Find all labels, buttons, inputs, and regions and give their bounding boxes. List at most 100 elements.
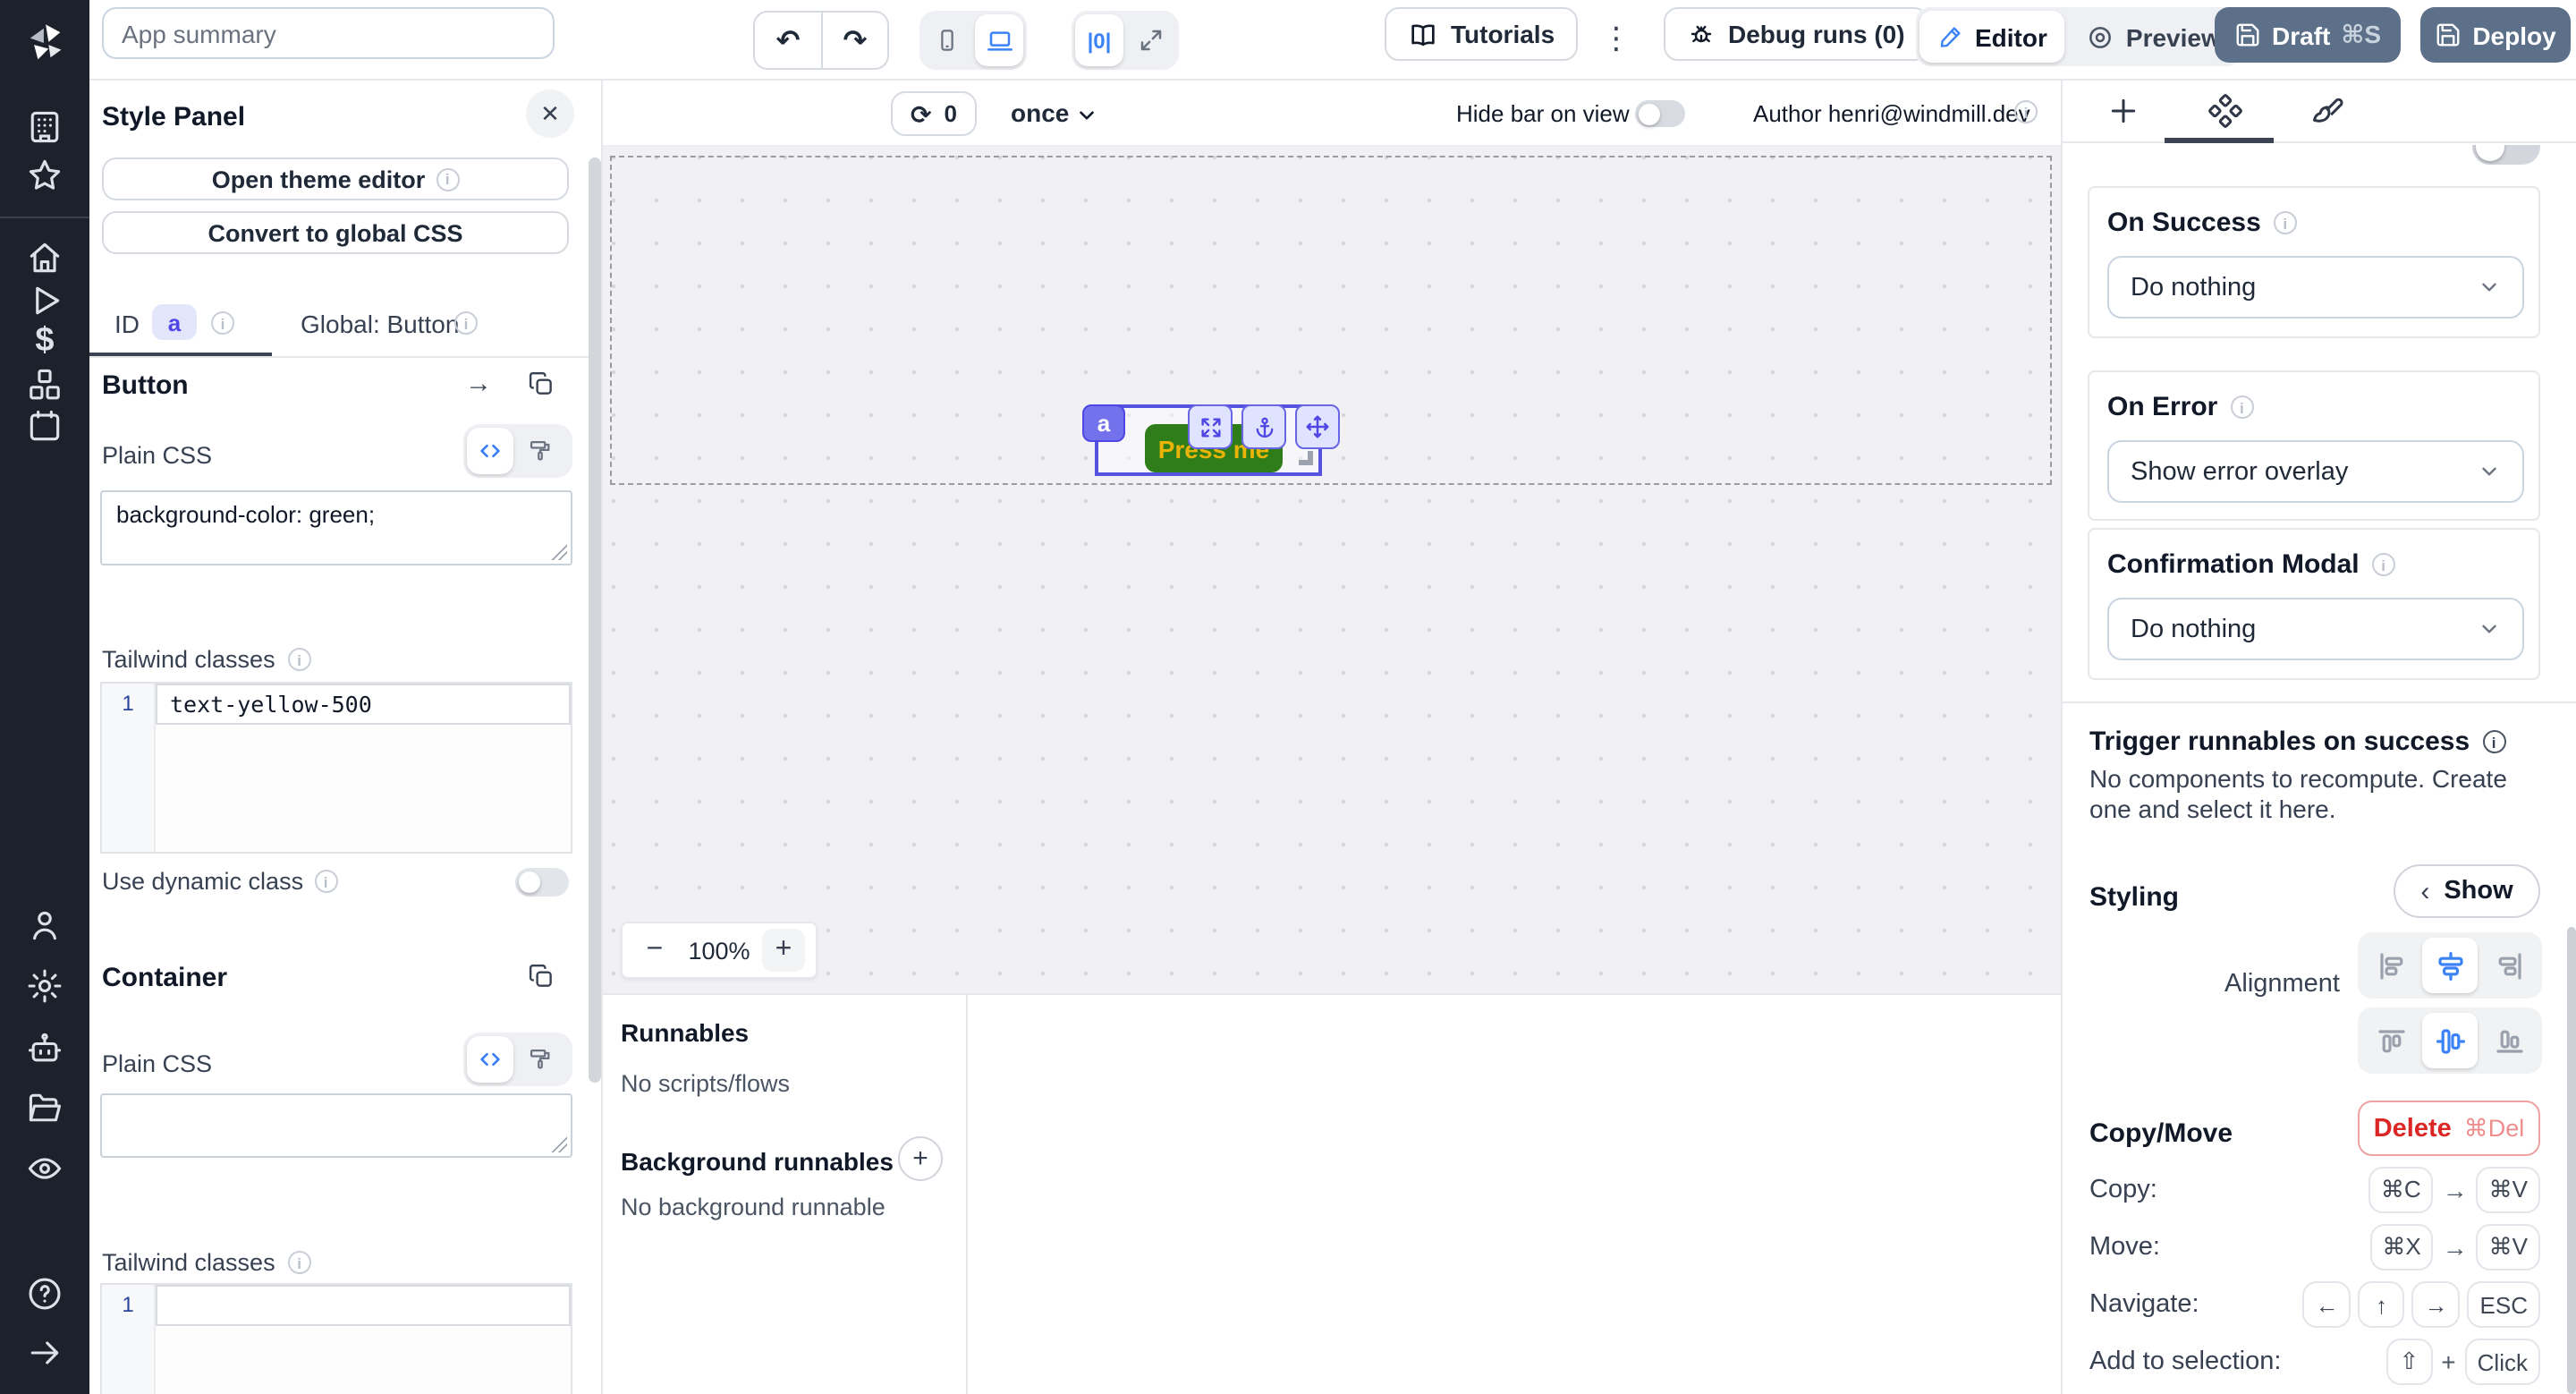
app-canvas[interactable]: a Press me − 100% + [603, 147, 2061, 993]
desktop-view-button[interactable] [975, 14, 1023, 66]
align-left-button[interactable] [2363, 938, 2419, 993]
sidebar-item-apps[interactable] [25, 107, 64, 147]
container-plain-css-input[interactable] [100, 1093, 572, 1158]
info-icon[interactable]: i [314, 870, 337, 893]
code-line[interactable] [156, 1285, 571, 1326]
preview-tab[interactable]: Preview [2069, 11, 2239, 63]
paint-mode-button[interactable] [517, 428, 564, 474]
zoom-out-button[interactable]: − [633, 929, 676, 972]
convert-global-css-label: Convert to global CSS [208, 219, 462, 246]
debug-runs-button[interactable]: Debug runs (0) [1664, 7, 1928, 61]
info-icon[interactable]: i [2482, 730, 2505, 753]
delete-component-button[interactable]: Delete ⌘Del [2358, 1101, 2540, 1156]
cubes-icon [25, 365, 64, 404]
on-error-select[interactable]: Show error overlay [2107, 440, 2524, 503]
close-style-panel-button[interactable]: ✕ [526, 89, 574, 138]
resize-handle[interactable] [551, 544, 567, 560]
panel-scrollbar[interactable] [2567, 927, 2576, 1394]
sidebar-item-folders[interactable] [25, 1088, 64, 1127]
paint-mode-button[interactable] [517, 1036, 564, 1083]
undo-button[interactable]: ↶ [753, 11, 821, 70]
info-icon[interactable]: i [2372, 553, 2395, 576]
refresh-mode-select[interactable]: once [1011, 98, 1069, 127]
button-plain-css-input[interactable]: background-color: green; [100, 490, 572, 565]
sidebar-item-schedules[interactable] [25, 406, 64, 446]
info-icon[interactable]: i [2230, 395, 2253, 419]
sidebar-item-users[interactable] [25, 905, 64, 945]
open-theme-editor-button[interactable]: Open theme editor i [102, 157, 569, 200]
tab-styling[interactable] [2309, 93, 2345, 129]
align-right-button[interactable] [2481, 938, 2537, 993]
on-success-select[interactable]: Do nothing [2107, 256, 2524, 319]
sidebar-collapse[interactable] [25, 1333, 64, 1373]
anchor-handle[interactable] [1241, 404, 1286, 449]
sidebar-item-help[interactable] [25, 1274, 64, 1313]
mobile-view-button[interactable] [923, 14, 971, 66]
code-area[interactable] [156, 1285, 571, 1394]
selected-component[interactable]: a Press me [1095, 404, 1322, 476]
sidebar-item-favorites[interactable] [25, 156, 64, 195]
sidebar-item-variables[interactable]: $ [25, 322, 64, 361]
button-tailwind-editor[interactable]: 1 text-yellow-500 [100, 682, 572, 854]
align-center-vertical-button[interactable] [2422, 1013, 2478, 1068]
code-mode-button[interactable] [467, 428, 513, 474]
info-icon[interactable]: i [454, 311, 478, 335]
resize-handle[interactable] [551, 1136, 567, 1152]
app-summary-input[interactable] [102, 7, 555, 59]
more-options-button[interactable]: ⋮ [1601, 16, 1631, 63]
zoom-in-button[interactable]: + [762, 929, 805, 972]
info-icon[interactable]: i [288, 648, 311, 671]
code-line[interactable]: text-yellow-500 [156, 684, 571, 725]
panel-scrollbar[interactable] [589, 157, 601, 1083]
refresh-count-button[interactable]: ⟳ 0 [891, 91, 977, 136]
expand-handle[interactable] [1188, 404, 1233, 449]
convert-global-css-button[interactable]: Convert to global CSS [102, 211, 569, 254]
use-dynamic-class-toggle[interactable] [515, 868, 569, 897]
editor-tab[interactable]: Editor [1919, 11, 2065, 63]
tab-id[interactable]: ID [114, 310, 140, 338]
draft-save-button[interactable]: Draft ⌘S [2215, 7, 2401, 63]
sidebar-item-audit[interactable] [25, 1149, 64, 1188]
clipped-toggle[interactable] [2472, 145, 2540, 165]
info-icon[interactable]: i [2014, 100, 2038, 123]
info-icon[interactable]: i [2274, 211, 2297, 234]
folder-icon [25, 1088, 64, 1127]
goto-component-button[interactable]: → [465, 369, 492, 399]
code-mode-button[interactable] [467, 1036, 513, 1083]
component-id-tag[interactable]: a [1082, 404, 1125, 442]
sidebar-item-runs[interactable] [25, 281, 64, 320]
tab-component-settings[interactable] [2207, 93, 2243, 129]
sidebar-item-home[interactable] [25, 238, 64, 277]
move-handle[interactable] [1295, 404, 1340, 449]
align-center-horizontal-button[interactable] [2422, 938, 2478, 993]
tab-insert-component[interactable] [2106, 93, 2141, 129]
chevron-down-icon [2478, 460, 2501, 483]
add-background-runnable-button[interactable]: + [898, 1136, 943, 1181]
copy-style-button[interactable] [528, 963, 555, 990]
sidebar-item-settings[interactable] [25, 966, 64, 1006]
code-area[interactable]: text-yellow-500 [156, 684, 571, 852]
center-content-button[interactable]: |0| [1075, 14, 1123, 66]
fullscreen-button[interactable] [1127, 14, 1175, 66]
chevron-down-icon[interactable] [1075, 104, 1098, 127]
deploy-button[interactable]: Deploy [2420, 7, 2571, 63]
windmill-logo[interactable] [21, 20, 68, 66]
copy-style-button[interactable] [528, 370, 555, 397]
tutorials-label: Tutorials [1451, 20, 1555, 48]
info-icon[interactable]: i [211, 311, 234, 335]
align-top-button[interactable] [2363, 1013, 2419, 1068]
sidebar-item-resources[interactable] [25, 365, 64, 404]
sidebar-item-workers[interactable] [25, 1029, 64, 1068]
tutorials-button[interactable]: Tutorials [1385, 7, 1578, 61]
confirmation-modal-select[interactable]: Do nothing [2107, 598, 2524, 660]
eye-icon [25, 1149, 64, 1188]
container-tailwind-editor[interactable]: 1 [100, 1283, 572, 1394]
tailwind-classes-header: Tailwind classes i [102, 1249, 311, 1276]
tab-global-button[interactable]: Global: Button [301, 310, 459, 338]
resize-corner[interactable] [1299, 451, 1313, 465]
info-icon[interactable]: i [288, 1251, 311, 1274]
redo-button[interactable]: ↷ [821, 11, 889, 70]
hide-bar-toggle[interactable] [1635, 100, 1685, 127]
align-bottom-button[interactable] [2481, 1013, 2537, 1068]
styling-show-button[interactable]: ‹ Show [2394, 864, 2540, 918]
